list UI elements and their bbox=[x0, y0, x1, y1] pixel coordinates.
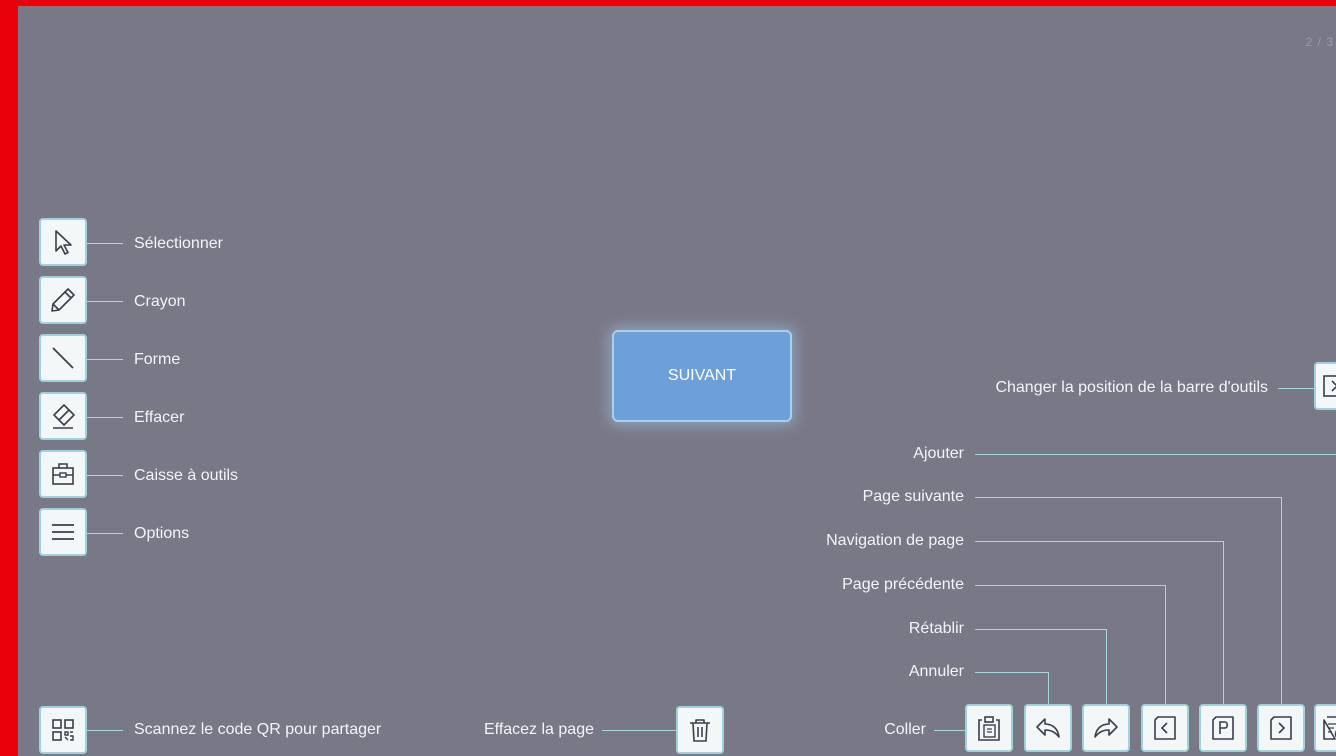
redo-button[interactable] bbox=[1082, 704, 1130, 752]
trash-icon bbox=[690, 719, 710, 742]
options-label: Options bbox=[134, 525, 190, 542]
redo-label: Rétablir bbox=[908, 620, 964, 637]
page-p-icon bbox=[1212, 716, 1234, 740]
page-next-icon bbox=[1270, 716, 1292, 740]
undo-icon bbox=[1036, 718, 1060, 738]
eraser-icon bbox=[53, 404, 75, 429]
toolbox-button[interactable] bbox=[39, 450, 87, 498]
menu-icon bbox=[52, 524, 74, 540]
paste-label: Coller bbox=[884, 721, 926, 738]
eraser-tool-button[interactable] bbox=[39, 392, 87, 440]
page-navigation-label: Navigation de page bbox=[826, 532, 964, 549]
undo-button[interactable] bbox=[1024, 704, 1072, 752]
add-page-label: Ajouter bbox=[913, 445, 964, 462]
paste-button[interactable] bbox=[965, 704, 1013, 752]
toolbox-icon bbox=[52, 463, 74, 485]
undo-label: Annuler bbox=[908, 663, 964, 680]
select-tool-label: Sélectionner bbox=[134, 235, 223, 252]
qr-code-icon bbox=[52, 719, 74, 741]
redo-icon bbox=[1094, 718, 1118, 738]
next-page-label: Page suivante bbox=[862, 488, 964, 505]
toolbar-position-button[interactable] bbox=[1314, 362, 1336, 410]
pencil-icon bbox=[51, 288, 75, 312]
page-navigation-button[interactable] bbox=[1199, 704, 1247, 752]
page-previous-icon bbox=[1154, 716, 1176, 740]
clipboard-icon bbox=[978, 716, 1000, 741]
shape-tool-label: Forme bbox=[134, 351, 181, 368]
pencil-tool-label: Crayon bbox=[134, 293, 186, 310]
next-page-button[interactable] bbox=[1257, 704, 1305, 752]
shape-tool-button[interactable] bbox=[39, 334, 87, 382]
chevron-right-icon bbox=[1323, 375, 1336, 397]
clear-page-label: Effacez la page bbox=[483, 721, 594, 738]
next-step-button[interactable]: SUIVANT bbox=[612, 330, 792, 422]
options-button[interactable] bbox=[39, 508, 87, 556]
pencil-tool-button[interactable] bbox=[39, 276, 87, 324]
previous-page-button[interactable] bbox=[1141, 704, 1189, 752]
app-frame: 2 / 3 Sélectionner Crayon Forme Effacer … bbox=[0, 0, 1336, 756]
cursor-icon bbox=[55, 230, 72, 255]
previous-page-label: Page précédente bbox=[842, 576, 964, 593]
whiteboard-canvas[interactable]: 2 / 3 Sélectionner Crayon Forme Effacer … bbox=[18, 6, 1336, 756]
toolbar-position-label: Changer la position de la barre d'outils bbox=[995, 379, 1268, 396]
eraser-tool-label: Effacer bbox=[134, 409, 185, 426]
select-tool-button[interactable] bbox=[39, 218, 87, 266]
clear-page-button[interactable] bbox=[676, 706, 724, 754]
qr-share-button[interactable] bbox=[39, 706, 87, 754]
add-page-icon bbox=[1323, 716, 1336, 740]
qr-share-label: Scannez le code QR pour partager bbox=[134, 721, 382, 738]
toolbox-label: Caisse à outils bbox=[134, 467, 239, 484]
page-indicator: 2 / 3 bbox=[1305, 35, 1334, 49]
line-shape-icon bbox=[52, 347, 74, 369]
add-page-button[interactable] bbox=[1314, 704, 1336, 752]
